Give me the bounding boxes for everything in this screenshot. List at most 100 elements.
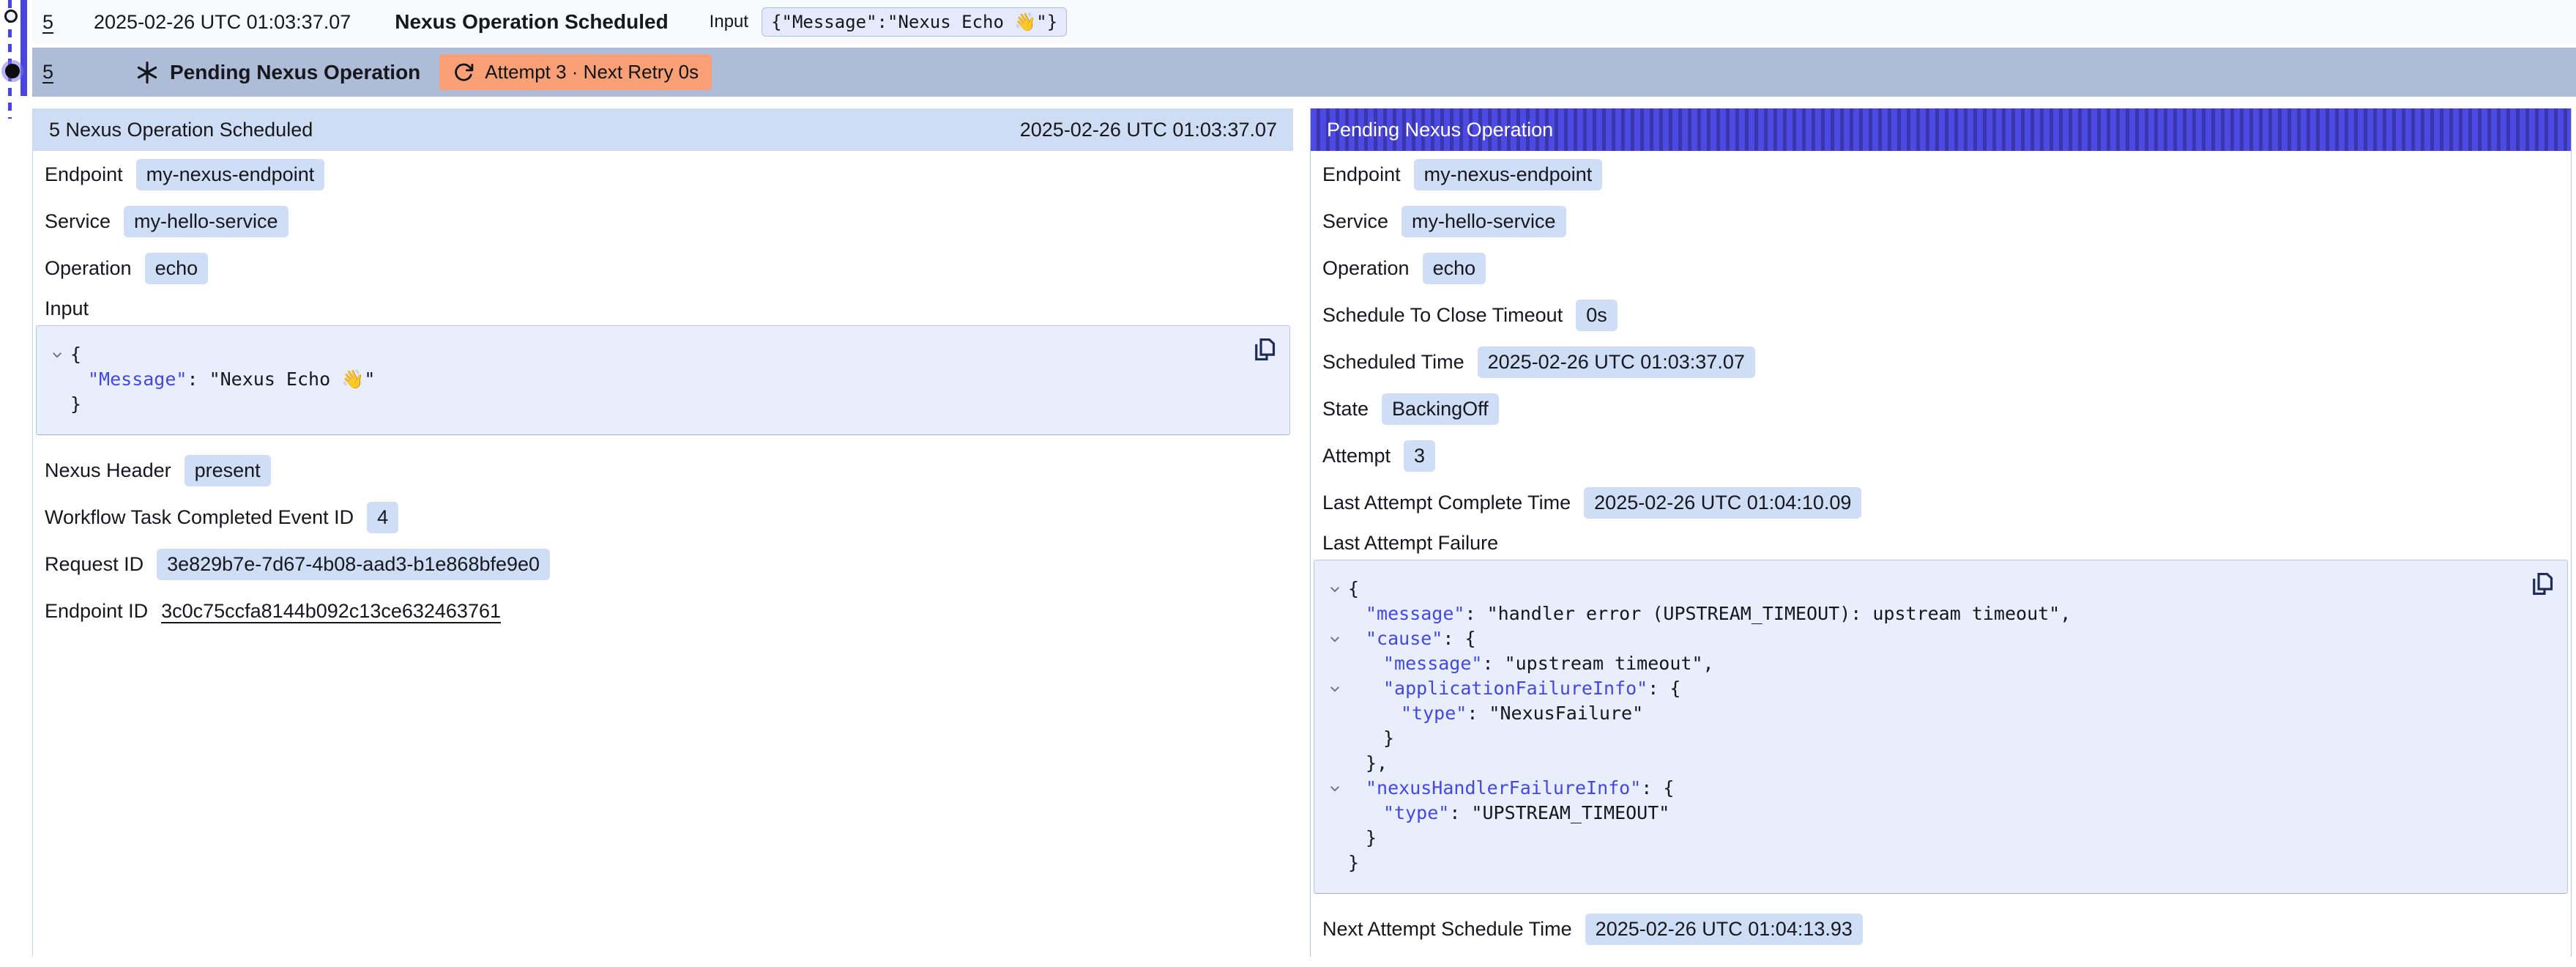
field-label: Service	[1322, 210, 1388, 233]
detail-row-endpoint: Endpointmy-nexus-endpoint	[1311, 151, 2571, 198]
copy-button[interactable]	[2528, 569, 2555, 599]
field-value-badge-request-id: 3e829b7e-7d67-4b08-aad3-b1e868bfe9e0	[157, 549, 550, 580]
code-line: }	[1322, 851, 2516, 875]
json-text: : {	[1641, 777, 1674, 799]
detail-row-state: State BackingOff	[1311, 385, 2571, 432]
field-label: Request ID	[45, 553, 144, 576]
collapse-toggle[interactable]	[1322, 676, 1348, 695]
field-label: Nexus Header	[45, 459, 171, 482]
code-content: "message": "upstream timeout",	[1348, 651, 1714, 676]
json-text: }	[70, 393, 81, 415]
event-detail-header-title: 5 Nexus Operation Scheduled	[49, 119, 313, 141]
code-content: }	[70, 392, 81, 417]
event-title: Nexus Operation Scheduled	[395, 10, 668, 34]
json-key: "message"	[1366, 603, 1464, 624]
copy-button[interactable]	[1250, 335, 1278, 364]
field-value-badge-state: BackingOff	[1382, 393, 1499, 425]
code-content: },	[1348, 751, 1388, 776]
code-content: "applicationFailureInfo": {	[1348, 676, 1680, 701]
json-key: "nexusHandlerFailureInfo"	[1366, 777, 1641, 799]
code-content: }	[1348, 726, 1394, 751]
field-label: Scheduled Time	[1322, 351, 1464, 374]
code-content: {	[1348, 577, 1359, 601]
input-preview-chip[interactable]: {"Message":"Nexus Echo 👋"}	[762, 7, 1067, 37]
json-text: : "Nexus Echo 👋"	[187, 368, 375, 390]
field-label: State	[1322, 398, 1369, 420]
code-line: }	[44, 392, 1238, 417]
input-label: Input	[710, 12, 748, 32]
code-line: "type": "UPSTREAM_TIMEOUT"	[1322, 801, 2516, 826]
code-content: "type": "UPSTREAM_TIMEOUT"	[1348, 801, 1669, 826]
detail-row-endpoint-id: Endpoint ID3c0c75ccfa8144b092c13ce632463…	[33, 588, 1293, 634]
code-line: "cause": {	[1322, 626, 2516, 651]
json-key: "applicationFailureInfo"	[1383, 678, 1648, 699]
field-value-badge-next-attempt-schedule-time: 2025-02-26 UTC 01:04:13.93	[1585, 914, 1863, 945]
field-value-link-endpoint-id[interactable]: 3c0c75ccfa8144b092c13ce632463761	[161, 600, 501, 623]
detail-row-schedule-to-close-timeout: Schedule To Close Timeout0s	[1311, 292, 2571, 338]
json-text: }	[1348, 852, 1359, 873]
code-line: "type": "NexusFailure"	[1322, 701, 2516, 726]
code-line: "message": "upstream timeout",	[1322, 651, 2516, 676]
code-content: "cause": {	[1348, 626, 1476, 651]
code-gutter	[1322, 751, 1348, 757]
detail-row-last-attempt-complete-time: Last Attempt Complete Time2025-02-26 UTC…	[1311, 479, 2571, 526]
selected-event-accent-bar	[21, 0, 27, 96]
detail-row-operation: Operationecho	[33, 245, 1293, 292]
code-block-last-attempt-failure: {"message": "handler error (UPSTREAM_TIM…	[1314, 560, 2568, 894]
collapse-toggle[interactable]	[1322, 626, 1348, 645]
code-line: "Message": "Nexus Echo 👋"	[44, 367, 1238, 392]
code-gutter	[1322, 726, 1348, 733]
json-text: }	[1366, 827, 1377, 848]
event-detail-panel: 5 Nexus Operation Scheduled 2025-02-26 U…	[32, 108, 1293, 957]
collapse-toggle[interactable]	[44, 342, 70, 361]
timeline-dot-open	[4, 10, 18, 23]
field-label: Service	[45, 210, 111, 233]
field-value-badge-nexus-header: present	[185, 455, 271, 486]
timeline-dot-current	[5, 64, 20, 78]
field-label: Attempt	[1322, 445, 1391, 467]
json-key: "message"	[1383, 653, 1482, 674]
collapse-toggle[interactable]	[1322, 776, 1348, 795]
collapse-chevron-icon	[1328, 583, 1342, 596]
json-text: : "upstream timeout",	[1482, 653, 1713, 674]
detail-row-next-attempt-schedule-time: Next Attempt Schedule Time 2025-02-26 UTC…	[1311, 905, 2571, 952]
event-title: Pending Nexus Operation	[170, 61, 420, 84]
event-id-link[interactable]: 5	[42, 11, 64, 34]
field-value-badge-service: my-hello-service	[1401, 206, 1566, 237]
detail-row-workflow-task-completed-event-id: Workflow Task Completed Event ID4	[33, 494, 1293, 541]
code-content: "type": "NexusFailure"	[1348, 701, 1643, 726]
code-line: "nexusHandlerFailureInfo": {	[1322, 776, 2516, 801]
code-gutter	[1322, 701, 1348, 708]
field-value-badge-scheduled-time: 2025-02-26 UTC 01:03:37.07	[1478, 347, 1755, 378]
pending-operation-header: Pending Nexus Operation	[1311, 108, 2571, 151]
collapse-chevron-icon	[1328, 683, 1342, 695]
json-text: : "UPSTREAM_TIMEOUT"	[1449, 802, 1669, 823]
json-text: : {	[1443, 628, 1475, 649]
code-line: "applicationFailureInfo": {	[1322, 676, 2516, 701]
field-value-badge-endpoint: my-nexus-endpoint	[1414, 159, 1603, 190]
field-label-input: Input	[33, 292, 1293, 325]
field-label: Schedule To Close Timeout	[1322, 304, 1563, 327]
event-row-pending-nexus-operation[interactable]: 5 Pending Nexus Operation Attempt 3 · Ne…	[32, 48, 2576, 97]
code-line: "message": "handler error (UPSTREAM_TIME…	[1322, 601, 2516, 626]
collapse-chevron-icon	[1328, 633, 1342, 645]
code-gutter	[1322, 601, 1348, 608]
retry-icon	[453, 62, 474, 84]
field-label: Next Attempt Schedule Time	[1322, 918, 1572, 941]
collapse-toggle[interactable]	[1322, 577, 1348, 596]
code-block-input: {"Message": "Nexus Echo 👋"}	[36, 325, 1290, 435]
event-id-link[interactable]: 5	[42, 61, 64, 84]
code-content: "message": "handler error (UPSTREAM_TIME…	[1348, 601, 2071, 626]
detail-row-request-id: Request ID 3e829b7e-7d67-4b08-aad3-b1e868…	[33, 541, 1293, 588]
field-value-badge-attempt: 3	[1404, 440, 1435, 472]
pending-operation-header-title: Pending Nexus Operation	[1327, 119, 1553, 141]
json-text: }	[1383, 727, 1394, 749]
detail-row-attempt: Attempt 3	[1311, 432, 2571, 479]
code-content: "Message": "Nexus Echo 👋"	[70, 367, 375, 392]
json-text: : "NexusFailure"	[1467, 703, 1643, 724]
code-gutter	[44, 392, 70, 399]
code-line: }	[1322, 726, 2516, 751]
event-detail-header: 5 Nexus Operation Scheduled 2025-02-26 U…	[33, 108, 1293, 151]
event-row-nexus-operation-scheduled[interactable]: 5 2025-02-26 UTC 01:03:37.07 Nexus Opera…	[32, 0, 2576, 44]
detail-row-nexus-header: Nexus Header present	[33, 447, 1293, 494]
